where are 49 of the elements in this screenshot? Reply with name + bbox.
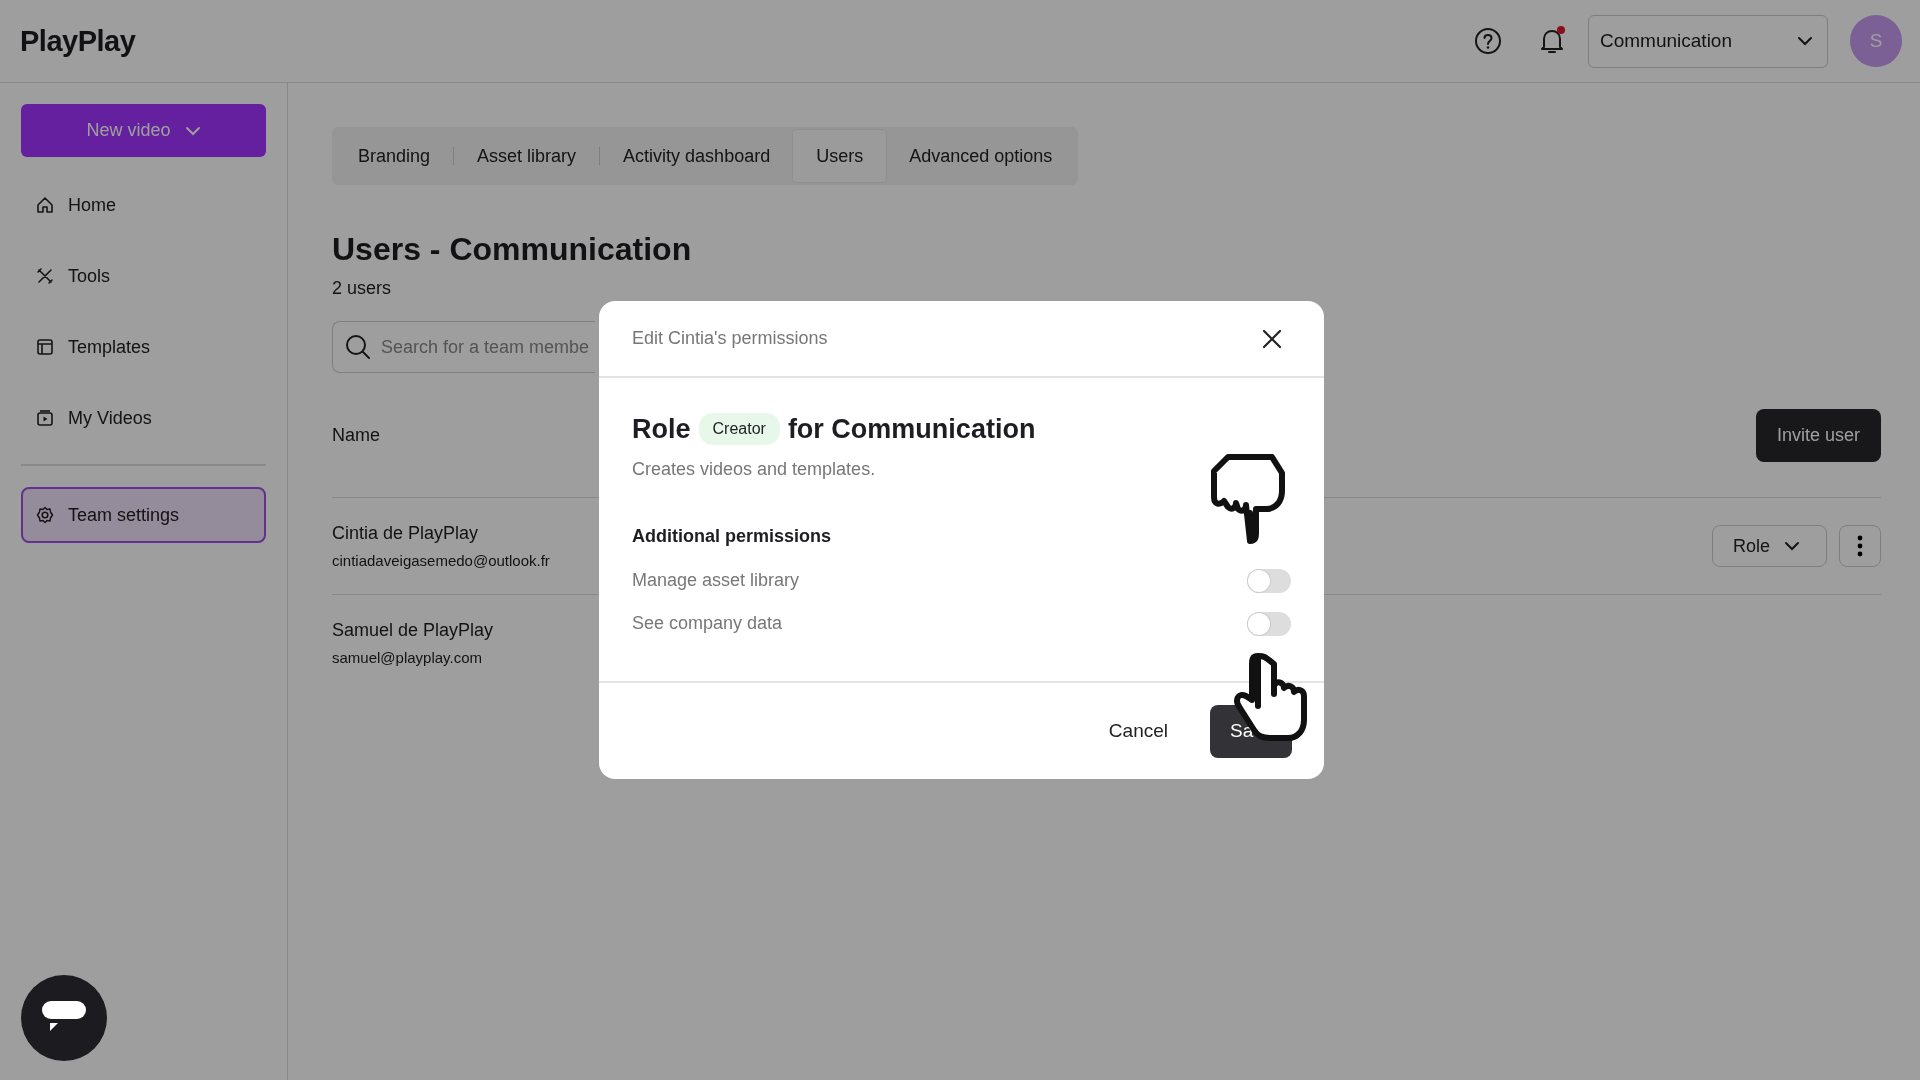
permission-label: Manage asset library xyxy=(632,570,800,591)
user-email: cintiadaveigasemedo@outlook.fr xyxy=(332,552,550,569)
tab[interactable]: Branding xyxy=(335,130,454,182)
role-dropdown[interactable]: Role xyxy=(1711,525,1827,567)
sidebar-item[interactable]: Tools xyxy=(21,253,266,299)
tab[interactable]: Asset library xyxy=(454,130,600,182)
layout-icon xyxy=(35,337,55,357)
more-options-button[interactable] xyxy=(1839,525,1881,567)
tab[interactable]: Activity dashboard xyxy=(600,130,794,182)
search-field[interactable]: Search for a team membe xyxy=(332,321,595,373)
hand-cursor-icon xyxy=(1232,650,1308,742)
kebab-icon xyxy=(1857,535,1863,557)
section-heading: Additional permissions xyxy=(632,526,833,547)
sidebar-item[interactable]: Team settings xyxy=(21,487,266,543)
workspace-dropdown[interactable]: Communication xyxy=(1588,14,1828,68)
tab[interactable]: Users xyxy=(793,130,887,182)
user-name: Samuel de PlayPlay xyxy=(332,620,494,641)
user-count: 2 users xyxy=(332,278,393,299)
chevron-down-icon xyxy=(1784,541,1800,551)
sidebar-item[interactable]: My Videos xyxy=(21,395,266,441)
role-description: Creates videos and templates. xyxy=(632,459,877,480)
tools-icon xyxy=(35,266,55,286)
invite-user-button[interactable]: Invite user xyxy=(1755,408,1881,462)
hand-cursor-icon xyxy=(1210,453,1286,545)
page-title: Users - Communication xyxy=(332,231,693,268)
toggle-switch[interactable] xyxy=(1247,611,1291,636)
role-heading: Role xyxy=(632,413,691,445)
user-email: samuel@playplay.com xyxy=(332,649,483,666)
close-icon[interactable] xyxy=(1262,328,1282,349)
role-badge: Creator xyxy=(698,413,780,445)
permission-label: See company data xyxy=(632,613,783,634)
chevron-down-icon xyxy=(184,125,201,136)
settings-icon xyxy=(35,505,55,525)
tab[interactable]: Advanced options xyxy=(886,130,1076,182)
sidebar-item[interactable]: Home xyxy=(21,182,266,228)
home-icon xyxy=(35,195,55,215)
video-icon xyxy=(35,408,55,428)
modal-title: Edit Cintia's permissions xyxy=(632,328,828,349)
help-icon[interactable] xyxy=(1474,27,1502,55)
chevron-down-icon xyxy=(1797,36,1813,46)
new-video-button[interactable]: New video xyxy=(21,104,266,157)
logo[interactable]: PlayPlay xyxy=(20,24,136,58)
search-icon xyxy=(345,334,371,360)
user-name: Cintia de PlayPlay xyxy=(332,523,480,544)
toggle-switch[interactable] xyxy=(1247,568,1291,593)
column-header: Name xyxy=(332,424,380,446)
sidebar-item[interactable]: Templates xyxy=(21,324,266,370)
cancel-button[interactable]: Cancel xyxy=(1102,712,1174,750)
role-heading: for Communication xyxy=(787,413,1036,445)
